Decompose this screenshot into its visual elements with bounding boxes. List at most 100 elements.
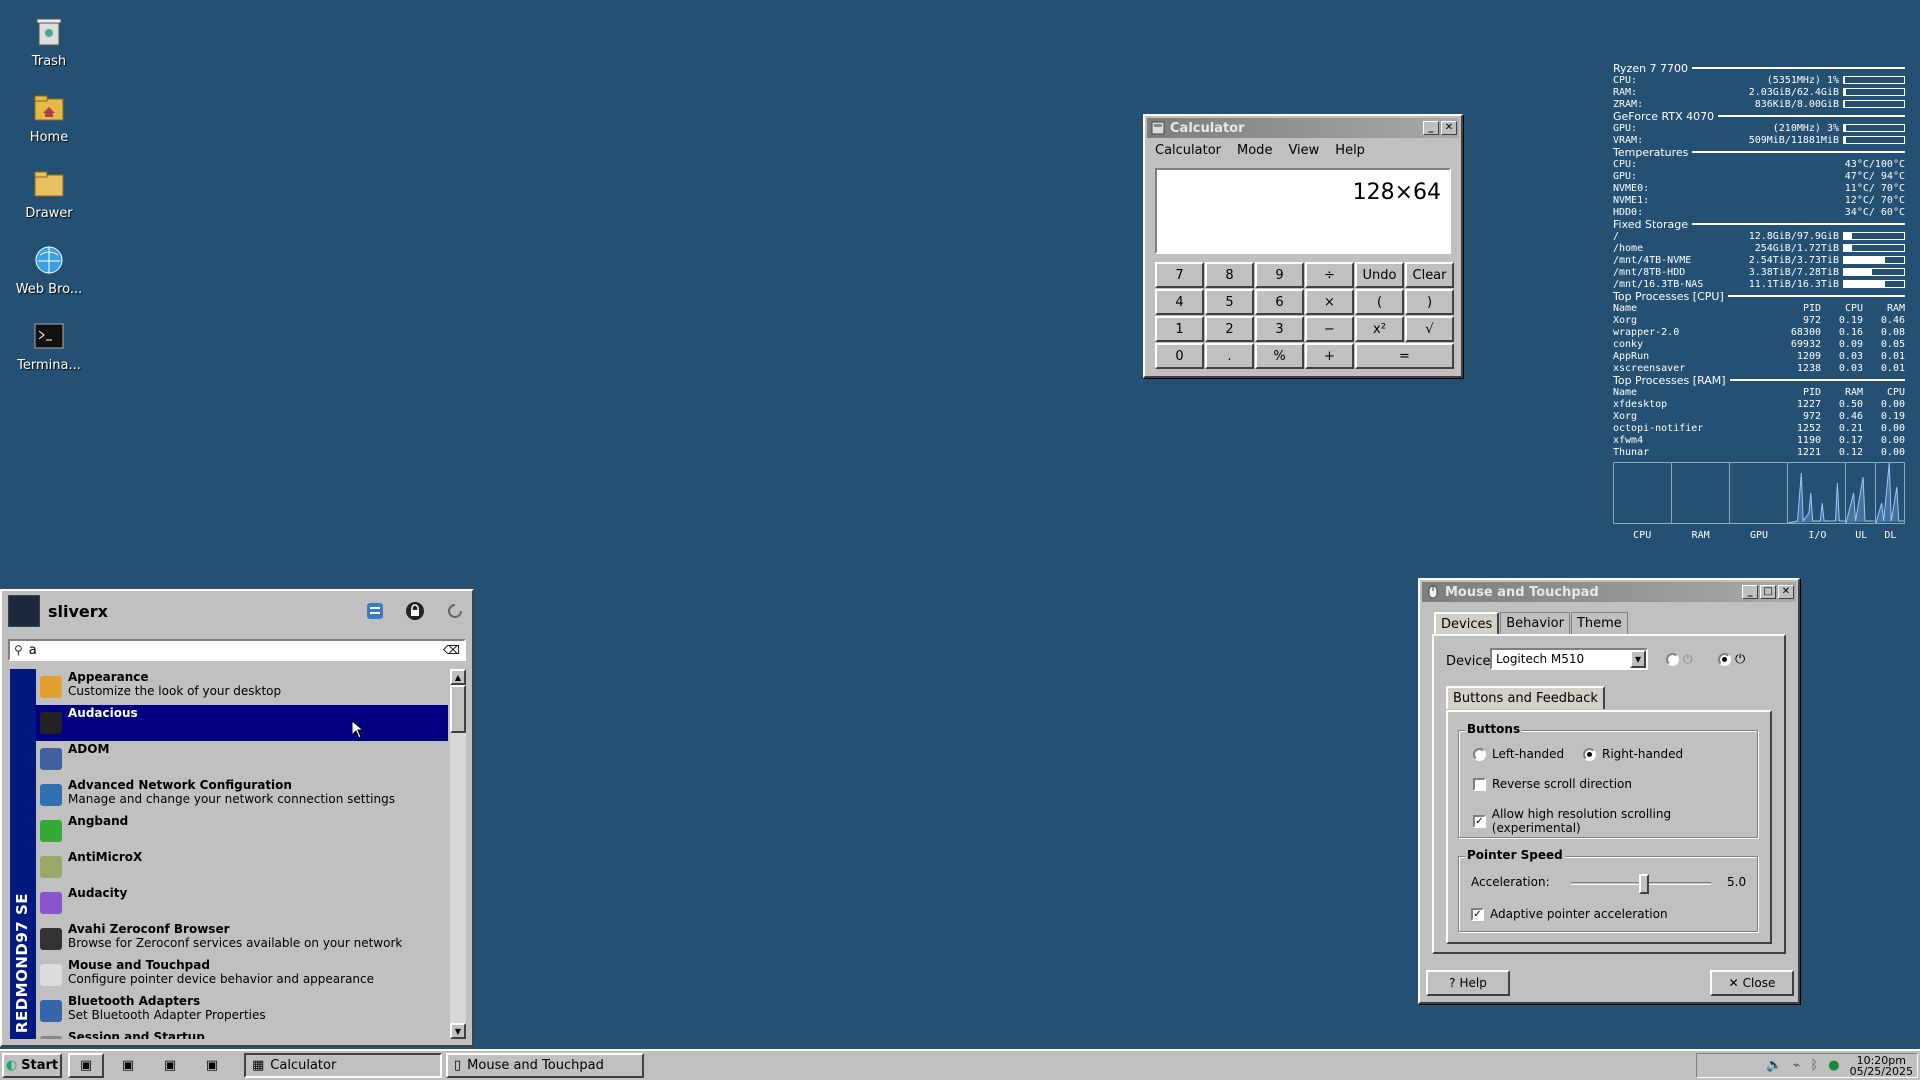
calculator-titlebar[interactable]: Calculator _ ✕ xyxy=(1147,118,1459,138)
calc-key[interactable]: 1 xyxy=(1155,316,1204,342)
reverse-scroll-option[interactable]: Reverse scroll direction xyxy=(1473,777,1632,791)
power-toggle-on[interactable]: ⏻ xyxy=(1718,652,1745,667)
calc-key[interactable]: % xyxy=(1255,343,1304,369)
calculator-display[interactable]: 128×64 xyxy=(1155,168,1451,254)
radio-on[interactable] xyxy=(1718,653,1731,666)
calc-key[interactable]: 4 xyxy=(1155,289,1204,315)
desktop-icon-drawer[interactable]: Drawer xyxy=(4,168,94,221)
maximize-button[interactable]: □ xyxy=(1760,585,1776,599)
menu-help[interactable]: Help xyxy=(1335,143,1365,158)
app-result-item[interactable]: Audacious xyxy=(36,705,448,741)
calc-key[interactable]: 3 xyxy=(1255,316,1304,342)
calc-key[interactable]: = xyxy=(1355,343,1454,369)
minimize-button[interactable]: _ xyxy=(1423,121,1439,135)
search-input[interactable]: ⚲ a ⌫ xyxy=(8,639,466,661)
close-dialog-button[interactable]: ✕ Close xyxy=(1710,970,1794,996)
clock[interactable]: 10:20pm 05/25/2025 xyxy=(1850,1055,1913,1077)
tab-behavior[interactable]: Behavior xyxy=(1500,612,1570,635)
app-result-item[interactable]: Audacity xyxy=(36,885,448,921)
calc-key[interactable]: ( xyxy=(1355,289,1404,315)
desktop-icon-terminal[interactable]: Termina... xyxy=(4,320,94,373)
app-result-item[interactable]: Appearance Customize the look of your des… xyxy=(36,669,448,705)
app-result-item[interactable]: Bluetooth Adapters Set Bluetooth Adapter … xyxy=(36,993,448,1029)
calc-key[interactable]: . xyxy=(1205,343,1254,369)
calc-key[interactable]: 2 xyxy=(1205,316,1254,342)
high-res-scroll-option[interactable]: ✓ Allow high resolution scrolling (experi… xyxy=(1473,807,1757,835)
calc-key[interactable]: x² xyxy=(1355,316,1404,342)
mouse-touchpad-window[interactable]: Mouse and Touchpad _ □ ✕ Devices Behavio… xyxy=(1418,578,1800,1004)
left-handed-option[interactable]: Left-handed xyxy=(1473,747,1564,761)
slider-thumb[interactable] xyxy=(1639,874,1649,894)
menu-view[interactable]: View xyxy=(1288,143,1319,158)
lock-icon[interactable] xyxy=(404,600,426,622)
task-calculator[interactable]: ▦ Calculator xyxy=(244,1053,442,1078)
checkbox-high-res[interactable]: ✓ xyxy=(1473,814,1486,828)
menu-calculator[interactable]: Calculator xyxy=(1155,143,1221,158)
quicklaunch-workspace-2[interactable]: ▣ xyxy=(110,1053,146,1078)
tab-devices[interactable]: Devices xyxy=(1434,612,1500,635)
calc-key[interactable]: − xyxy=(1305,316,1354,342)
calc-key[interactable]: × xyxy=(1305,289,1354,315)
scroll-down-icon[interactable]: ▼ xyxy=(450,1023,466,1039)
start-button[interactable]: ◐ Start xyxy=(2,1053,62,1078)
close-button[interactable]: ✕ xyxy=(1441,121,1457,135)
app-result-item[interactable]: Mouse and Touchpad Configure pointer devi… xyxy=(36,957,448,993)
app-result-item[interactable]: Angband xyxy=(36,813,448,849)
volume-icon[interactable]: 🔈 xyxy=(1766,1058,1782,1073)
help-button[interactable]: ? Help xyxy=(1426,970,1510,996)
logout-icon[interactable] xyxy=(444,600,466,622)
calc-key[interactable]: 0 xyxy=(1155,343,1204,369)
clock-time: 10:20pm xyxy=(1856,1053,1906,1067)
minimize-button[interactable]: _ xyxy=(1742,585,1758,599)
settings-icon[interactable] xyxy=(364,600,386,622)
quicklaunch-workspace-4[interactable]: ▣ xyxy=(194,1053,230,1078)
subtab-buttons-feedback[interactable]: Buttons and Feedback xyxy=(1446,686,1605,709)
calc-key[interactable]: Clear xyxy=(1405,262,1454,288)
task-mouse-touchpad[interactable]: ▯ Mouse and Touchpad xyxy=(446,1053,644,1078)
calc-key[interactable]: ÷ xyxy=(1305,262,1354,288)
radio-right-handed[interactable] xyxy=(1583,747,1596,761)
app-result-item[interactable]: Advanced Network Configuration Manage and… xyxy=(36,777,448,813)
adaptive-accel-option[interactable]: ✓ Adaptive pointer acceleration xyxy=(1471,907,1668,921)
calc-key[interactable]: √ xyxy=(1405,316,1454,342)
calc-key[interactable]: Undo xyxy=(1355,262,1404,288)
desktop-icon-home[interactable]: Home xyxy=(4,92,94,145)
quicklaunch-show-desktop[interactable]: ▣ xyxy=(68,1053,104,1078)
desktop-icon-trash[interactable]: Trash xyxy=(4,16,94,69)
results-scrollbar[interactable]: ▲ ▼ xyxy=(450,669,466,1039)
menu-mode[interactable]: Mode xyxy=(1237,143,1272,158)
chevron-down-icon[interactable]: ▾ xyxy=(1630,650,1646,668)
radio-left-handed[interactable] xyxy=(1473,747,1486,761)
calc-key[interactable]: + xyxy=(1305,343,1354,369)
scroll-up-icon[interactable]: ▲ xyxy=(450,669,466,685)
acceleration-slider[interactable] xyxy=(1571,874,1711,894)
app-result-item[interactable]: Avahi Zeroconf Browser Browse for Zerocon… xyxy=(36,921,448,957)
checkbox-adaptive[interactable]: ✓ xyxy=(1471,907,1484,921)
app-icon xyxy=(40,784,62,806)
calc-key[interactable]: ) xyxy=(1405,289,1454,315)
calc-key[interactable]: 5 xyxy=(1205,289,1254,315)
calc-key[interactable]: 6 xyxy=(1255,289,1304,315)
scroll-thumb[interactable] xyxy=(450,685,466,733)
bluetooth-icon[interactable]: ᛒ xyxy=(1810,1058,1818,1073)
network-icon[interactable]: ⌁ xyxy=(1793,1058,1801,1073)
close-button[interactable]: ✕ xyxy=(1778,585,1794,599)
app-result-item[interactable]: Session and Startup xyxy=(36,1029,448,1039)
calc-key[interactable]: 7 xyxy=(1155,262,1204,288)
calc-key[interactable]: 9 xyxy=(1255,262,1304,288)
clear-search-icon[interactable]: ⌫ xyxy=(443,643,460,657)
update-notifier-icon[interactable]: ● xyxy=(1828,1058,1839,1073)
device-select[interactable]: Logitech M510 ▾ xyxy=(1490,648,1648,670)
app-result-item[interactable]: ADOM xyxy=(36,741,448,777)
tab-theme[interactable]: Theme xyxy=(1570,612,1628,635)
desktop-icon-web-browser[interactable]: Web Bro... xyxy=(4,244,94,297)
radio-off[interactable] xyxy=(1666,653,1679,666)
mouse-titlebar[interactable]: Mouse and Touchpad _ □ ✕ xyxy=(1422,582,1796,602)
power-toggle-off[interactable]: ⏻ xyxy=(1666,652,1693,667)
quicklaunch-workspace-3[interactable]: ▣ xyxy=(152,1053,188,1078)
calculator-window[interactable]: Calculator _ ✕ Calculator Mode View Help… xyxy=(1143,114,1463,378)
right-handed-option[interactable]: Right-handed xyxy=(1583,747,1683,761)
calc-key[interactable]: 8 xyxy=(1205,262,1254,288)
app-result-item[interactable]: AntiMicroX xyxy=(36,849,448,885)
checkbox-reverse-scroll[interactable] xyxy=(1473,777,1486,791)
